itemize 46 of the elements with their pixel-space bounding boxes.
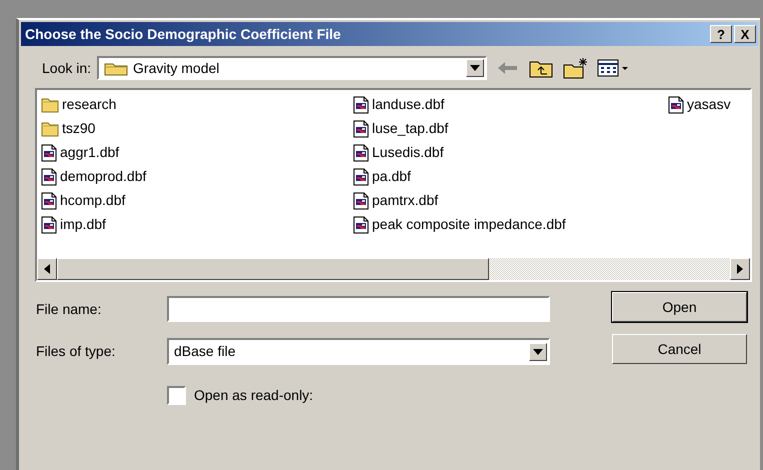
file-item[interactable]: pa.dbf — [353, 166, 668, 187]
file-name-label: File name: — [36, 300, 102, 318]
file-item[interactable]: hcomp.dbf — [41, 190, 353, 211]
file-item[interactable]: landuse.dbf — [353, 94, 668, 115]
dropdown-arrow-icon — [470, 65, 480, 71]
file-item[interactable]: pamtrx.dbf — [353, 190, 668, 211]
file-icon — [41, 144, 57, 162]
dropdown-arrow-icon — [533, 348, 543, 354]
file-type-dropdown[interactable]: dBase file — [167, 338, 550, 365]
cancel-button[interactable]: Cancel — [612, 334, 747, 364]
file-icon — [353, 192, 369, 210]
file-icon — [353, 96, 369, 114]
folder-item[interactable]: research — [41, 94, 353, 115]
close-button[interactable]: X — [734, 25, 756, 43]
horizontal-scrollbar[interactable] — [37, 258, 750, 280]
folder-icon — [41, 120, 59, 136]
file-icon — [353, 216, 369, 234]
file-icon — [41, 216, 57, 234]
file-icon — [353, 120, 369, 138]
file-item[interactable]: Lusedis.dbf — [353, 142, 668, 163]
window-title: Choose the Socio Demographic Coefficient File — [25, 24, 342, 44]
open-button[interactable]: Open — [612, 292, 747, 322]
file-icon — [41, 168, 57, 186]
file-icon — [41, 192, 57, 210]
file-item[interactable]: peak composite impedance.dbf — [353, 214, 668, 235]
file-item[interactable]: luse_tap.dbf — [353, 118, 668, 139]
file-item[interactable]: demoprod.dbf — [41, 166, 353, 187]
file-item[interactable]: yasasv — [668, 94, 750, 115]
file-type-label: Files of type: — [36, 342, 116, 361]
look-in-dropdown[interactable]: Gravity model — [97, 56, 488, 80]
scroll-left-icon[interactable] — [44, 264, 50, 274]
look-in-label: Look in: — [42, 58, 92, 78]
file-item[interactable]: imp.dbf — [41, 214, 353, 235]
read-only-checkbox[interactable] — [167, 386, 186, 405]
folder-icon — [41, 96, 59, 112]
read-only-label: Open as read-only: — [194, 386, 314, 405]
view-menu-icon[interactable] — [597, 59, 630, 77]
file-item[interactable]: aggr1.dbf — [41, 142, 353, 163]
file-icon — [353, 144, 369, 162]
new-folder-icon[interactable] — [563, 57, 590, 79]
file-icon — [353, 168, 369, 186]
file-icon — [668, 96, 684, 114]
file-name-field[interactable] — [167, 296, 550, 322]
help-button[interactable]: ? — [710, 25, 732, 43]
scroll-right-icon[interactable] — [737, 264, 743, 274]
folder-item[interactable]: tsz90 — [41, 118, 353, 139]
